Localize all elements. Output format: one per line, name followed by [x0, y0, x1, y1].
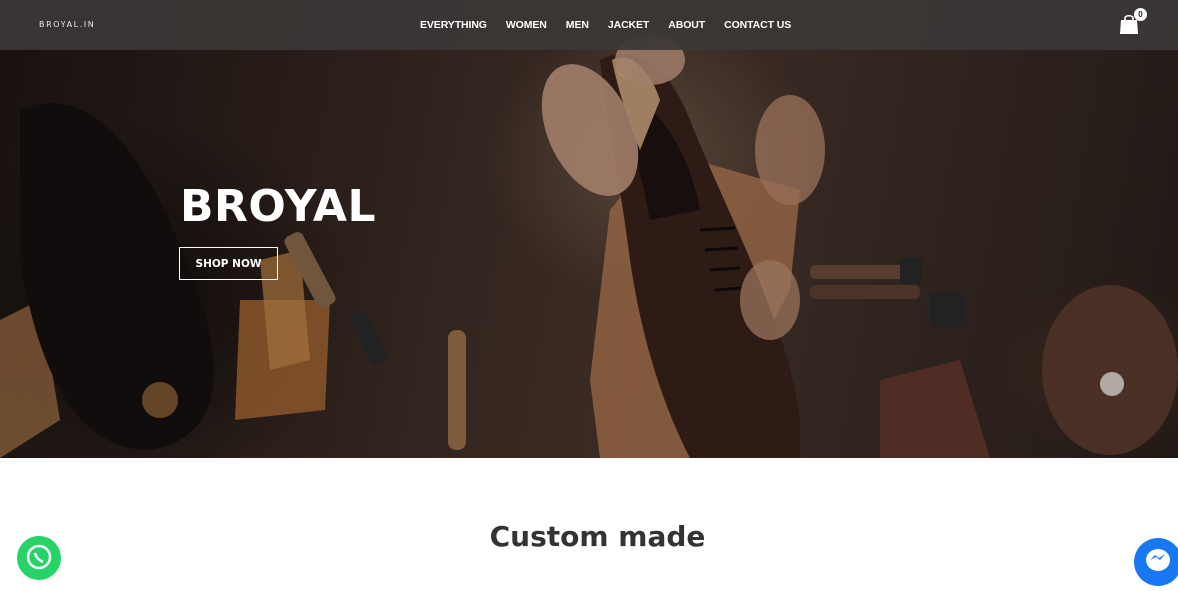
- messenger-icon[interactable]: [1134, 538, 1178, 586]
- hero-overlay: [0, 0, 1178, 458]
- top-navigation: BROYAL.IN EVERYTHING WOMEN MEN JACKET AB…: [0, 0, 1178, 50]
- nav-women[interactable]: WOMEN: [506, 18, 547, 32]
- site-logo[interactable]: BROYAL.IN: [39, 20, 95, 29]
- cart-count-badge: 0: [1134, 8, 1147, 21]
- nav-contact-us[interactable]: CONTACT US: [724, 18, 791, 32]
- shop-now-button[interactable]: SHOP NOW: [179, 247, 278, 280]
- nav-jacket[interactable]: JACKET: [608, 18, 650, 32]
- nav-men[interactable]: MEN: [566, 18, 589, 32]
- whatsapp-icon[interactable]: [17, 536, 61, 580]
- main-menu: EVERYTHING WOMEN MEN JACKET ABOUT CONTAC…: [420, 18, 810, 32]
- hero-title: BROYAL: [180, 181, 376, 232]
- nav-everything[interactable]: EVERYTHING: [420, 18, 487, 32]
- section-heading: Custom made: [489, 520, 706, 553]
- nav-about[interactable]: ABOUT: [668, 18, 705, 32]
- hero-banner: BROYAL SHOP NOW: [0, 0, 1178, 458]
